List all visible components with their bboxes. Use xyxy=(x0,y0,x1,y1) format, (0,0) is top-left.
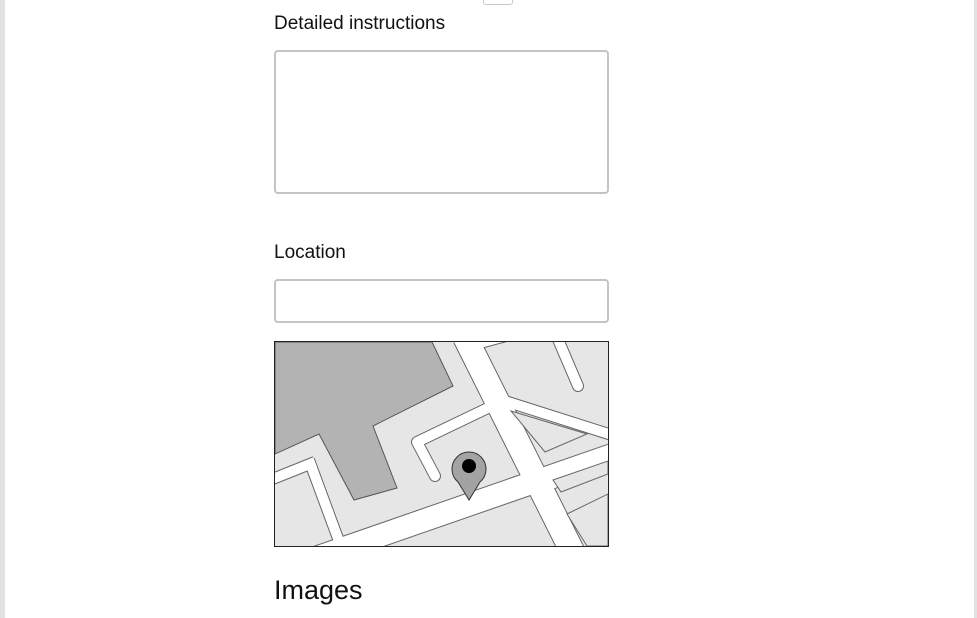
detailed-instructions-textarea[interactable] xyxy=(274,50,609,194)
location-input[interactable] xyxy=(274,279,609,323)
detailed-instructions-label: Detailed instructions xyxy=(274,13,446,34)
collapsed-control[interactable] xyxy=(483,0,513,5)
images-heading: Images xyxy=(274,575,363,605)
location-label: Location xyxy=(274,242,346,263)
location-map[interactable] xyxy=(274,341,609,547)
page-content: Detailed instructions Location Images xyxy=(5,0,974,618)
map-graphic xyxy=(275,342,608,546)
